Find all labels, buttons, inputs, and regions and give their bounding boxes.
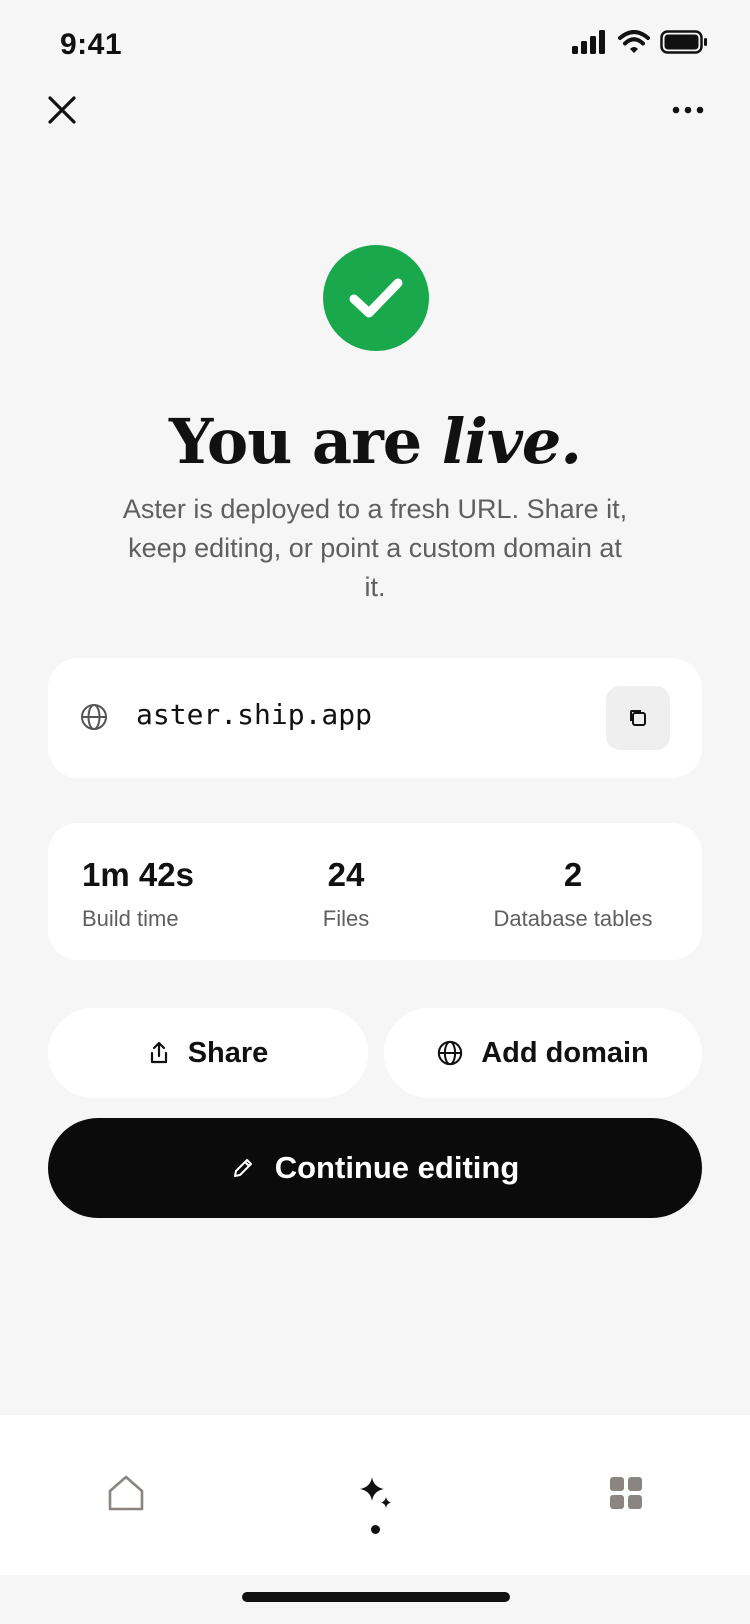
copy-url-button[interactable]: [606, 686, 670, 750]
stat-value: 2: [563, 856, 583, 893]
stat-value: 24: [327, 856, 365, 893]
deployed-url[interactable]: aster.ship.app: [136, 698, 372, 731]
share-button[interactable]: Share: [48, 1008, 368, 1098]
home-indicator[interactable]: [242, 1592, 510, 1602]
bottom-tab-bar: [0, 1415, 750, 1575]
page-title: You are live.: [0, 405, 750, 478]
tab-create[interactable]: [346, 1463, 406, 1523]
pencil-icon: [233, 1159, 252, 1177]
close-icon: [48, 96, 76, 124]
sparkle-icon: [360, 1477, 391, 1508]
continue-editing-label: Continue editing: [274, 1150, 520, 1185]
url-card: aster.ship.app: [48, 658, 702, 778]
more-icon: [672, 106, 704, 114]
continue-editing-button[interactable]: Continue editing: [48, 1118, 702, 1218]
success-badge: [323, 245, 429, 351]
add-domain-button-label: Add domain: [481, 1036, 649, 1069]
add-domain-button[interactable]: Add domain: [384, 1008, 702, 1098]
checkmark-icon: [349, 278, 403, 318]
status-icons: [572, 30, 708, 54]
stat-files: 24 Files: [298, 856, 394, 932]
stat-label: Build time: [82, 906, 179, 931]
tab-apps[interactable]: [596, 1463, 656, 1523]
headline-italic: live.: [441, 405, 582, 478]
grid-icon: [610, 1477, 642, 1509]
signal-icon: [572, 30, 605, 54]
wifi-icon: [618, 30, 650, 53]
status-bar: 9:41: [0, 0, 750, 90]
stat-label: Files: [322, 906, 370, 931]
share-button-label: Share: [187, 1036, 269, 1069]
tab-home[interactable]: [96, 1463, 156, 1523]
globe-icon: [81, 704, 107, 730]
share-icon: [150, 1041, 167, 1064]
stat-value: 1m 42s: [82, 856, 194, 893]
status-time: 9:41: [60, 28, 123, 61]
active-tab-indicator: [371, 1525, 380, 1534]
home-icon: [108, 1475, 144, 1511]
stat-label: Database tables: [493, 906, 653, 931]
more-options-button[interactable]: [666, 88, 710, 132]
stats-card: 1m 42s Build time 24 Files 2 Database ta…: [48, 823, 702, 960]
battery-icon: [660, 30, 707, 54]
subtitle: Aster is deployed to a fresh URL. Share …: [122, 494, 628, 602]
copy-icon: [630, 710, 646, 726]
globe-icon: [438, 1040, 463, 1066]
stat-build-time: 1m 42s Build time: [82, 856, 194, 932]
close-button[interactable]: [40, 88, 84, 132]
headline-regular: You are: [169, 405, 442, 478]
stat-database-tables: 2 Database tables: [478, 856, 668, 932]
